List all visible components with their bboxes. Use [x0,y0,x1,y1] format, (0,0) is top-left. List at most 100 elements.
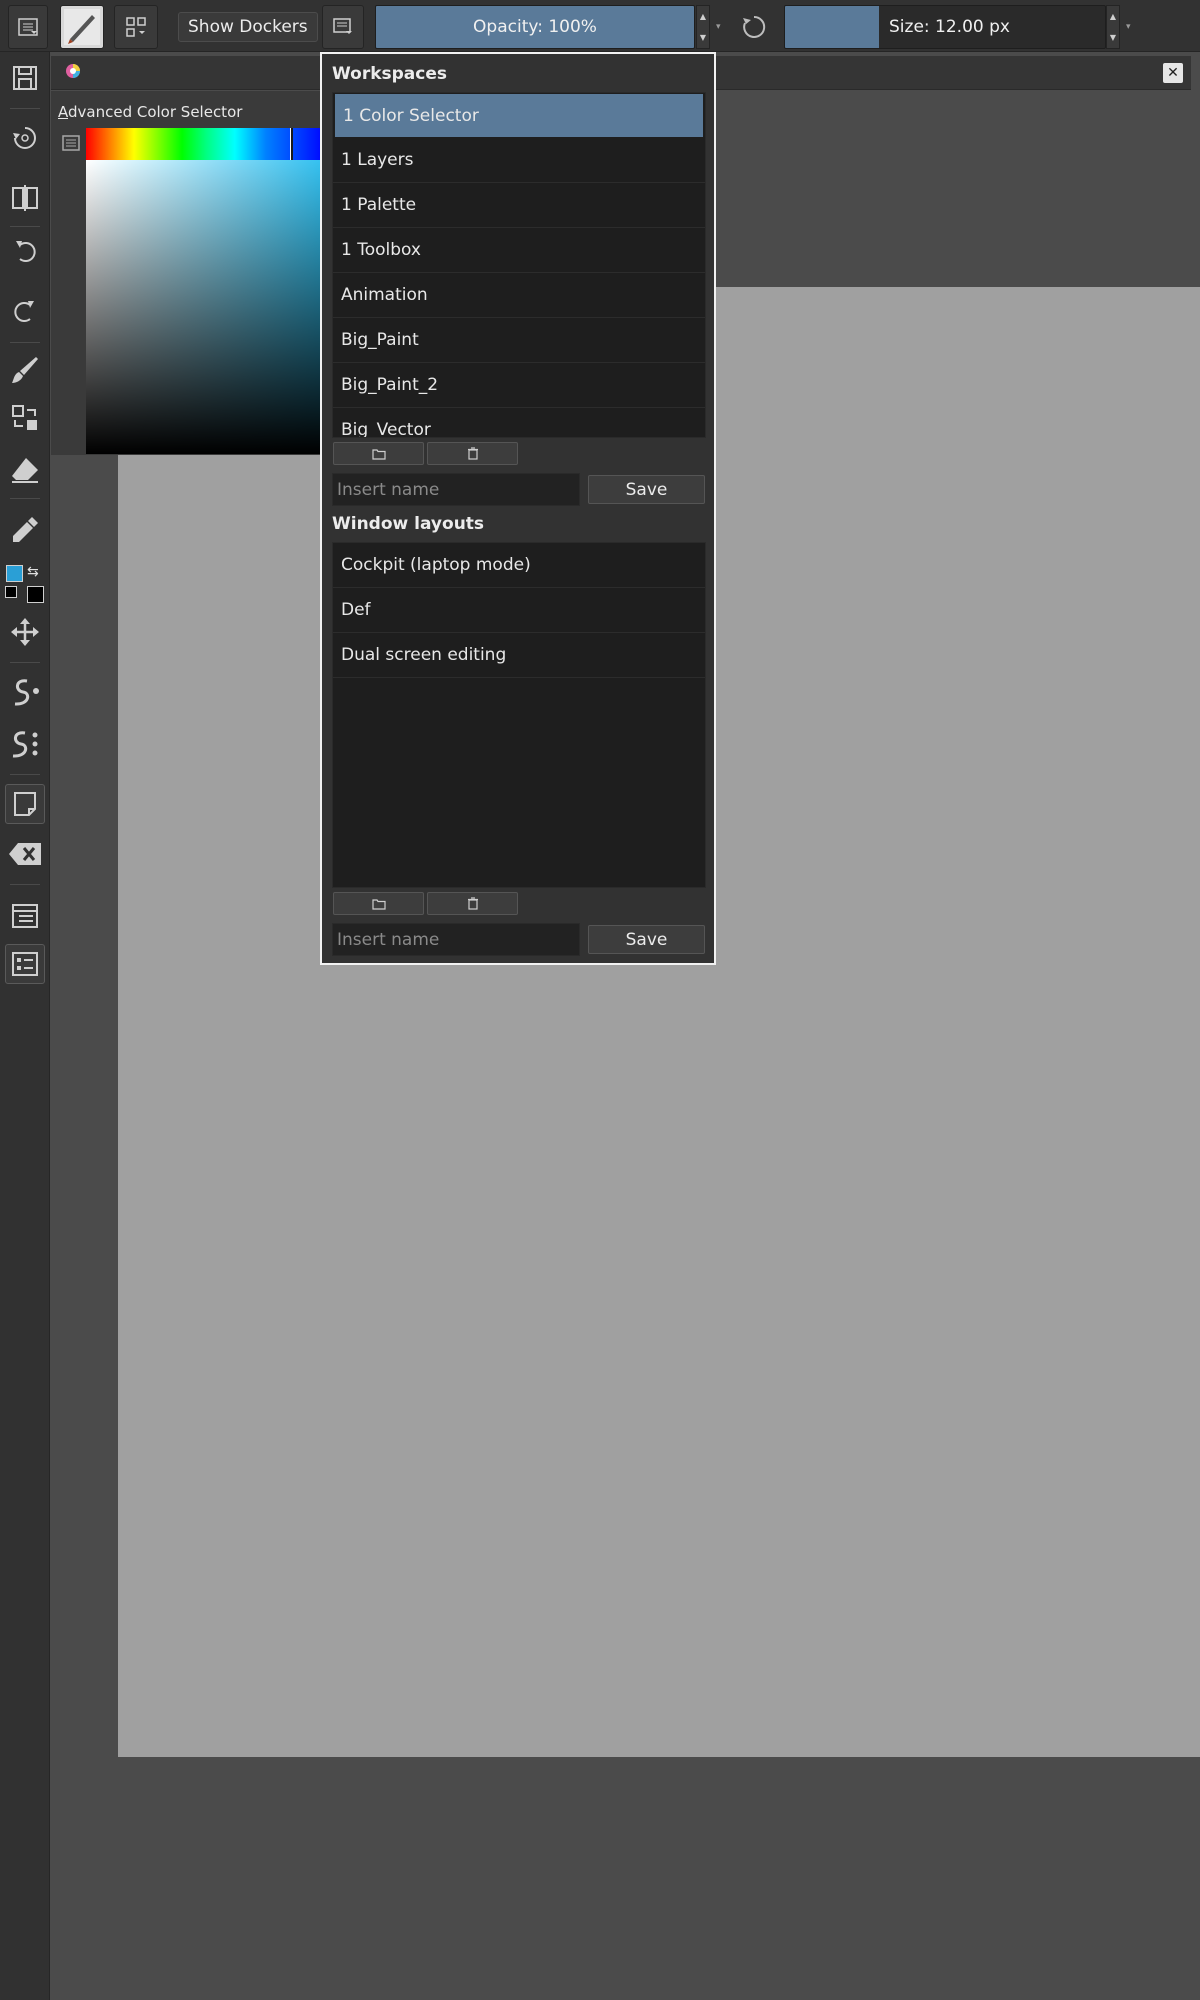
smoothing-tool[interactable] [5,672,45,712]
workspace-item[interactable]: 1 Color Selector [335,94,703,137]
spin-up-icon: ▲ [699,12,707,21]
workspace-delete-button[interactable] [427,442,518,465]
mirror-icon [12,185,38,211]
transform-icon [12,405,37,430]
workspaces-list[interactable]: 1 Color Selector 1 Layers 1 Palette 1 Toolb… [332,92,706,438]
workspace-item[interactable]: 1 Toolbox [333,228,705,273]
foreground-color-swatch[interactable] [6,565,23,582]
window-layout-name-input[interactable] [332,923,580,956]
reload-icon [743,15,766,38]
toolbox-separator [10,662,40,663]
move-tool[interactable] [5,612,45,652]
brush-icon [12,357,38,383]
workspace-item[interactable]: Animation [333,273,705,318]
show-dockers-button[interactable]: Show Dockers [178,12,318,42]
docker-title-mnemonic: A [58,103,68,121]
save-tool[interactable] [5,58,45,98]
backspace-icon [9,843,41,865]
docker-title: Advanced Color Selector [58,103,242,121]
reload-preset-button[interactable] [734,5,774,49]
top-toolbar: Show Dockers Opacity: 100% ▲ ▼ ▾ Size: 12… [0,0,1200,52]
panel-icon [12,904,38,928]
docker-panel-tool[interactable] [5,896,45,936]
transform-tool[interactable] [5,398,45,438]
workspace-item[interactable]: Big_Vector [333,408,705,437]
window-layout-item[interactable]: Cockpit (laptop mode) [333,543,705,588]
window-layout-save-label: Save [625,929,668,950]
color-swatches[interactable]: ⇆ [5,564,45,604]
workspace-import-button[interactable] [333,442,424,465]
new-document-tool[interactable] [5,784,45,824]
clear-tool[interactable] [5,834,45,874]
brush-tool[interactable] [5,350,45,390]
docker-close-button[interactable]: ✕ [1163,63,1183,83]
workspace-item[interactable]: 1 Layers [333,138,705,183]
spin-down-icon: ▼ [699,33,707,42]
close-icon: ✕ [1167,65,1179,81]
docker-title-rest: dvanced Color Selector [68,103,243,121]
opacity-slider[interactable]: Opacity: 100% [375,5,695,49]
trash-icon [467,447,478,460]
size-label: Size: 12.00 px [889,17,1010,37]
undo-icon [16,241,36,262]
move-icon [11,618,39,646]
workspace-item[interactable]: Big_Paint_2 [333,363,705,408]
window-layouts-title: Window layouts [332,514,485,534]
stabilizer-tool[interactable] [5,724,45,764]
color-selector-settings-button[interactable] [62,135,80,151]
window-layout-save-button[interactable]: Save [588,925,705,954]
hue-marker[interactable] [290,128,293,160]
stroke-stabilizer-icon [12,731,38,758]
undo-tool[interactable] [5,230,45,270]
workspace-item[interactable]: 1 Palette [333,183,705,228]
workspaces-title: Workspaces [332,64,447,84]
window-layout-item[interactable]: Def [333,588,705,633]
opacity-spinner[interactable]: ▲ ▼ [696,5,710,49]
window-layout-item[interactable]: Dual screen editing [333,633,705,678]
workspace-icon [333,18,352,34]
saturation-value-square[interactable] [86,160,326,454]
color-picker-tool[interactable] [5,510,45,550]
workspace-chooser-button[interactable] [322,5,364,49]
menu-icon [18,18,38,36]
workspace-name-input[interactable] [332,473,580,506]
toolbox-separator [10,884,40,885]
swap-colors-icon[interactable]: ⇆ [27,564,39,580]
rotate-canvas-icon [13,127,36,149]
size-dropdown-icon[interactable]: ▾ [1126,22,1131,32]
workspace-save-button[interactable]: Save [588,475,705,504]
eraser-tool[interactable] [5,450,45,490]
new-document-icon [14,792,36,816]
menu-button[interactable] [8,5,48,49]
list-panel-icon [12,952,38,976]
redo-tool[interactable] [5,290,45,330]
toolbox-separator [10,342,40,343]
toolbox-separator [10,226,40,227]
grid-icon [126,17,146,37]
trash-icon [467,897,478,910]
window-layout-import-button[interactable] [333,892,424,915]
size-slider[interactable]: Size: 12.00 px [784,5,1106,49]
layers-panel-tool[interactable] [5,944,45,984]
size-spinner[interactable]: ▲ ▼ [1106,5,1120,49]
toolbox: ⇆ [0,52,50,2000]
color-wheel-icon [66,64,80,78]
spin-down-icon: ▼ [1109,33,1117,42]
brush-preset-button[interactable] [60,5,104,49]
workspace-chooser-popup: Workspaces 1 Color Selector 1 Layers 1 Pal… [320,52,716,965]
brush-presets-chooser-button[interactable] [114,5,158,49]
reset-colors-icon[interactable] [5,586,17,598]
window-layouts-list[interactable]: Cockpit (laptop mode) Def Dual screen edit… [332,542,706,888]
workspace-item[interactable]: Big_Paint [333,318,705,363]
toolbox-separator [10,498,40,499]
opacity-dropdown-icon[interactable]: ▾ [716,22,721,32]
rotate-canvas-tool[interactable] [5,118,45,158]
eyedropper-icon [13,517,38,542]
toolbox-separator [10,108,40,109]
stroke-smoothing-icon [14,679,39,706]
opacity-label: Opacity: 100% [473,17,597,37]
background-color-swatch[interactable] [27,586,44,603]
workspace-save-label: Save [625,479,668,500]
window-layout-delete-button[interactable] [427,892,518,915]
mirror-canvas-tool[interactable] [5,178,45,218]
